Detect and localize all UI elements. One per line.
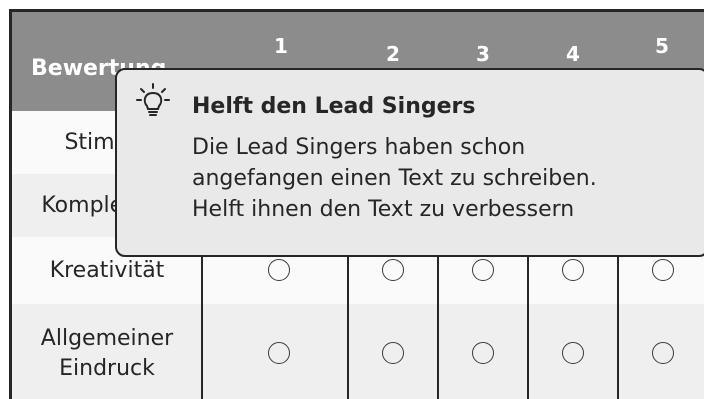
rating-radio-2[interactable] (382, 259, 404, 281)
rating-radio-5[interactable] (652, 259, 674, 281)
rating-radio-3[interactable] (472, 342, 494, 364)
rating-radio-5[interactable] (652, 342, 674, 364)
column-header-4: 4 (566, 42, 580, 66)
row-label-line2: Eindruck (59, 356, 155, 381)
rating-radio-1[interactable] (268, 342, 290, 364)
rating-radio-2[interactable] (382, 342, 404, 364)
rating-radio-4[interactable] (562, 342, 584, 364)
hint-tooltip: Helft den Lead Singers Die Lead Singers … (115, 68, 704, 257)
row-label: Kreativität (49, 258, 165, 283)
lightbulb-icon (136, 83, 170, 116)
tooltip-line: Helft ihnen den Text zu verbessern (192, 197, 575, 222)
column-header-2: 2 (386, 42, 400, 66)
rating-radio-3[interactable] (472, 259, 494, 281)
tooltip-line: angefangen einen Text zu schreiben. (192, 166, 597, 191)
table-row: Allgemeiner Eindruck (12, 304, 704, 399)
row-label-line1: Allgemeiner (40, 326, 174, 351)
column-header-3: 3 (476, 42, 490, 66)
rating-radio-4[interactable] (562, 259, 584, 281)
column-header-1: 1 (274, 34, 288, 58)
column-header-5: 5 (655, 34, 669, 58)
tooltip-body: Die Lead Singers haben schon angefangen … (192, 132, 702, 225)
tooltip-title: Helft den Lead Singers (192, 94, 476, 119)
rating-radio-1[interactable] (268, 259, 290, 281)
tooltip-line: Die Lead Singers haben schon (192, 135, 526, 160)
